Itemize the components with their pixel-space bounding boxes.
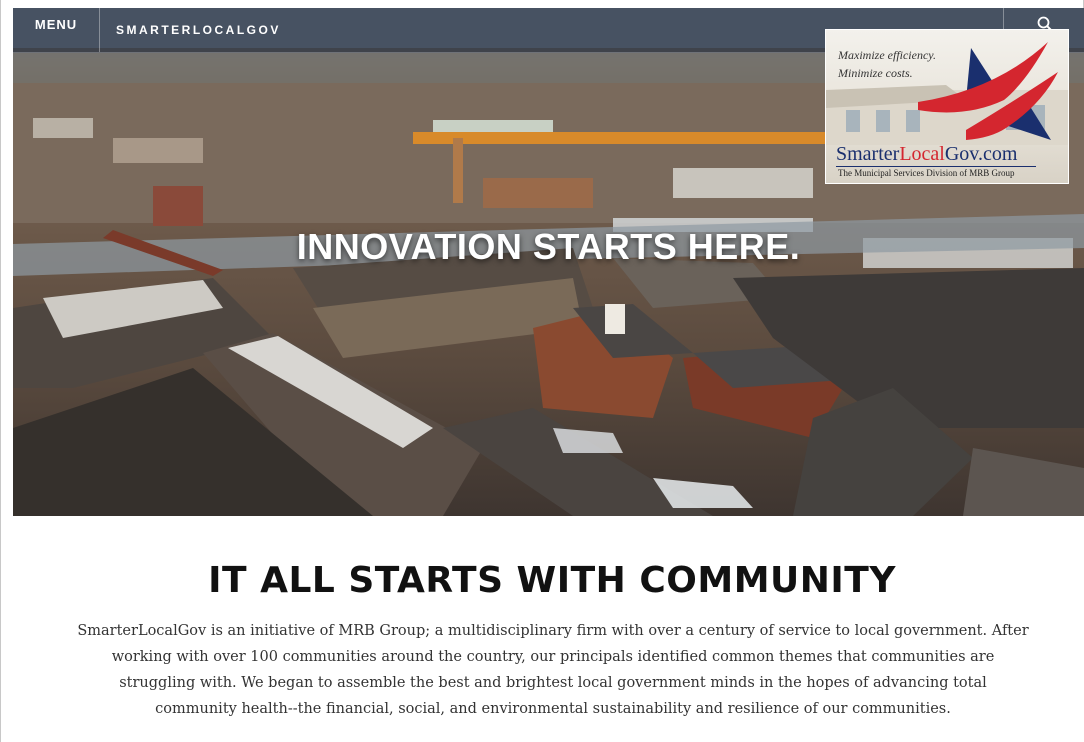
intro-line-1: SmarterLocalGov is an initiative of MRB … <box>77 623 1029 639</box>
intro-line-3: struggling with. We began to assemble th… <box>119 675 987 691</box>
ad-divider <box>836 166 1036 167</box>
hero-title: INNOVATION STARTS HERE. <box>296 226 801 267</box>
logo-part-gov: Gov.com <box>944 143 1018 165</box>
intro-paragraph: SmarterLocalGov is an initiative of MRB … <box>33 618 1073 722</box>
intro-line-4: community health--the financial, social,… <box>155 701 951 717</box>
smarterlocalgov-ad[interactable]: Maximize efficiency. Minimize costs. Sma… <box>825 29 1069 184</box>
ad-subtitle: The Municipal Services Division of MRB G… <box>838 168 1015 178</box>
intro-line-2: working with over 100 communities around… <box>111 649 995 665</box>
site-brand-link[interactable]: SMARTERLOCALGOV <box>116 8 281 52</box>
intro-section: IT ALL STARTS WITH COMMUNITY SmarterLoca… <box>13 516 1084 742</box>
menu-button[interactable]: MENU <box>13 8 100 52</box>
ad-tagline-costs: Minimize costs. <box>838 66 913 80</box>
ad-logo-wordmark: SmarterLocalGov.com <box>836 143 1017 166</box>
section-heading: IT ALL STARTS WITH COMMUNITY <box>208 560 896 601</box>
logo-part-local: Local <box>899 143 945 165</box>
ad-tagline-efficiency: Maximize efficiency. <box>838 48 936 62</box>
logo-part-smarter: Smarter <box>836 143 900 165</box>
